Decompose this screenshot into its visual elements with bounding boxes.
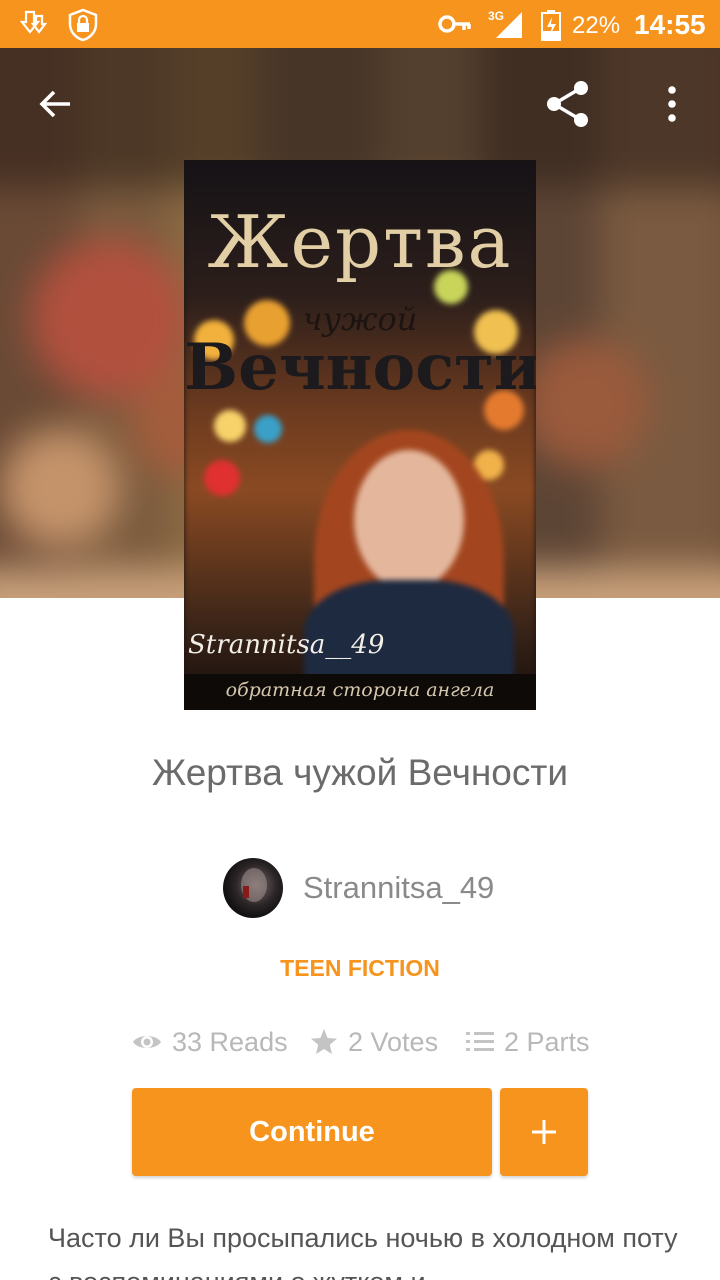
more-vert-icon bbox=[668, 86, 676, 122]
star-icon bbox=[311, 1029, 337, 1054]
clock: 14:55 bbox=[634, 9, 706, 40]
key-icon bbox=[438, 10, 472, 43]
story-description: Часто ли Вы просыпались ночью в холодном… bbox=[48, 1223, 678, 1280]
battery-charging-icon bbox=[540, 9, 562, 46]
plus-icon bbox=[532, 1120, 556, 1144]
avatar[interactable] bbox=[223, 858, 283, 918]
back-arrow-icon bbox=[39, 90, 70, 118]
status-bar: 3G 22% 14:55 bbox=[0, 0, 720, 48]
category-label[interactable]: TEEN FICTION bbox=[0, 955, 720, 982]
book-cover[interactable]: Жертва чужой Вечности Strannitsa__49 обр… bbox=[184, 160, 536, 710]
vpn-lock-icon bbox=[66, 8, 100, 47]
author-row[interactable]: Strannitsa_49 bbox=[0, 858, 720, 920]
votes-stat: 2 Votes bbox=[310, 1022, 438, 1062]
continue-button[interactable]: Continue bbox=[132, 1088, 492, 1176]
parts-count: 2 Parts bbox=[504, 1026, 590, 1057]
add-to-library-button[interactable] bbox=[500, 1088, 588, 1176]
parts-stat: 2 Parts bbox=[466, 1022, 590, 1062]
cover-author-signature: Strannitsa__49 bbox=[188, 630, 385, 660]
cover-title-line3: Вечности bbox=[184, 330, 536, 405]
share-icon bbox=[547, 81, 588, 127]
cover-title-line1: Жертва bbox=[207, 200, 513, 284]
battery-level: 22% bbox=[572, 12, 621, 39]
story-stats: 33 Reads 2 Votes 2 Parts bbox=[0, 1022, 720, 1062]
signal-icon bbox=[494, 10, 524, 45]
list-icon bbox=[466, 1032, 494, 1051]
story-title: Жертва чужой Вечности bbox=[152, 752, 568, 793]
cover-tagline: обратная сторона ангела bbox=[184, 674, 536, 710]
eye-icon bbox=[133, 1036, 161, 1048]
download-icon bbox=[19, 8, 52, 45]
share-button[interactable] bbox=[540, 76, 596, 132]
votes-count: 2 Votes bbox=[348, 1026, 439, 1057]
reads-count: 33 Reads bbox=[172, 1026, 288, 1057]
reads-stat: 33 Reads bbox=[132, 1022, 288, 1062]
more-options-button[interactable] bbox=[644, 76, 700, 132]
author-name[interactable]: Strannitsa_49 bbox=[303, 870, 494, 906]
back-button[interactable] bbox=[28, 76, 84, 132]
